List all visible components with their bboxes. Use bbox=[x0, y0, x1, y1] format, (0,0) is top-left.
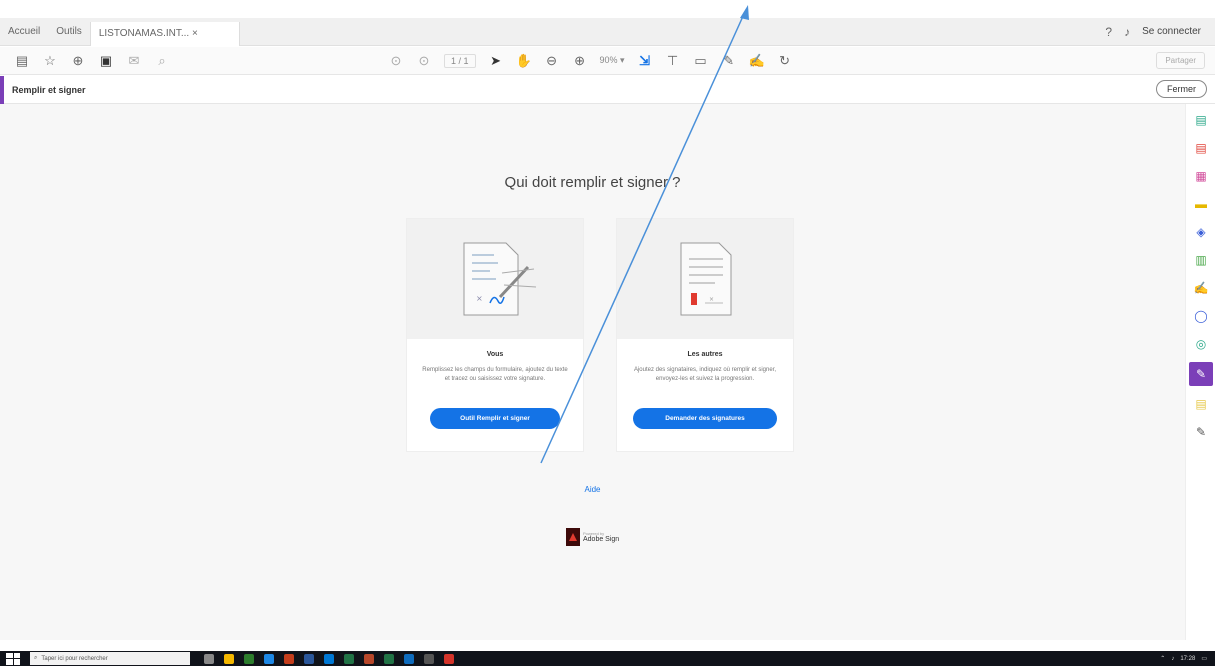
acrobat-icon[interactable] bbox=[444, 653, 454, 664]
combine-files-icon[interactable]: ◈ bbox=[1193, 224, 1209, 240]
upload-cloud-icon[interactable]: ⊕ bbox=[70, 53, 86, 69]
teams-icon[interactable] bbox=[404, 653, 414, 664]
windows-start-icon[interactable] bbox=[6, 652, 20, 665]
select-cursor-icon[interactable]: ➤ bbox=[488, 53, 504, 69]
app-icon-grey[interactable] bbox=[424, 653, 434, 664]
search-icon[interactable]: ⌕ bbox=[154, 53, 170, 69]
tool-title: Remplir et signer bbox=[12, 84, 86, 95]
tab-document[interactable]: LISTONAMAS.INT... × bbox=[89, 21, 240, 46]
brand-text: Powered by Adobe Sign bbox=[583, 531, 619, 543]
send-for-review-icon[interactable]: ▤ bbox=[1193, 396, 1209, 412]
tab-home[interactable]: Accueil bbox=[0, 18, 48, 46]
request-signatures-button[interactable]: Demander des signatures bbox=[633, 408, 777, 429]
card-you-description: Remplissez les champs du formulaire, ajo… bbox=[422, 367, 568, 382]
protect-icon[interactable]: ◯ bbox=[1193, 308, 1209, 324]
comment-tool-icon[interactable]: ▬ bbox=[1193, 196, 1209, 212]
notification-icon[interactable]: ▭ bbox=[1201, 655, 1207, 662]
windows-taskbar: ⌕ Taper ici pour rechercher ⌃ ♪ 17:28 ▭ bbox=[0, 651, 1215, 666]
powerpoint-icon[interactable] bbox=[364, 653, 374, 664]
page-indicator[interactable]: 1 / 1 bbox=[444, 53, 476, 68]
redact-icon[interactable]: ✍ bbox=[1193, 280, 1209, 296]
taskbar-apps bbox=[204, 653, 454, 664]
edge-icon[interactable] bbox=[264, 653, 274, 664]
request-signature-illustration: × bbox=[617, 219, 793, 339]
fill-sign-tool-button[interactable]: Outil Remplir et signer bbox=[430, 408, 560, 429]
self-sign-illustration: × bbox=[407, 219, 583, 339]
brand-name: Adobe Sign bbox=[583, 536, 620, 543]
taskbar-search-placeholder: Taper ici pour rechercher bbox=[41, 655, 108, 662]
account-area: ? ♪ Se connecter bbox=[1105, 25, 1215, 39]
card-you-title: Vous bbox=[486, 351, 504, 358]
export-pdf-icon[interactable]: ▤ bbox=[1193, 112, 1209, 128]
main-panel: Qui doit remplir et signer ? × Vous Remp… bbox=[0, 104, 1185, 640]
file-explorer-icon[interactable] bbox=[224, 653, 234, 664]
outlook-icon[interactable] bbox=[324, 653, 334, 664]
svg-text:×: × bbox=[476, 294, 483, 303]
adobe-logo-icon bbox=[566, 528, 580, 546]
highlight-icon[interactable]: ✍ bbox=[749, 53, 765, 69]
mail-icon[interactable]: ✉ bbox=[126, 53, 142, 69]
help-icon[interactable]: ? bbox=[1105, 25, 1112, 39]
page-down-icon[interactable]: ⊙ bbox=[416, 53, 432, 69]
star-icon[interactable]: ☆ bbox=[42, 53, 58, 69]
page-tools: ⊙ ⊙ 1 / 1 ➤ ✋ ⊖ ⊕ 90% ▾ ⇲ ⊤ ▭ ✎ ✍ ↻ bbox=[374, 53, 807, 69]
card-others-title: Les autres bbox=[687, 351, 723, 358]
document-signers-icon: × bbox=[680, 242, 732, 316]
word-icon[interactable] bbox=[304, 653, 314, 664]
close-button[interactable]: Fermer bbox=[1156, 80, 1207, 98]
page-up-icon[interactable]: ⊙ bbox=[388, 53, 404, 69]
excel-icon[interactable] bbox=[344, 653, 354, 664]
rotate-icon[interactable]: ↻ bbox=[777, 53, 793, 69]
taskbar-search[interactable]: ⌕ Taper ici pour rechercher bbox=[30, 652, 190, 665]
clock[interactable]: 17:28 bbox=[1180, 656, 1195, 662]
zoom-select[interactable]: 90% ▾ bbox=[600, 55, 625, 66]
tab-bar: Accueil Outils LISTONAMAS.INT... × ? ♪ S… bbox=[0, 18, 1215, 46]
card-others-description: Ajoutez des signataires, indiquez où rem… bbox=[633, 367, 777, 382]
tools-rail: ▤ ▤ ▦ ▬ ◈ ▥ ✍ ◯ ◎ ✎ ▤ ✎ bbox=[1185, 104, 1215, 640]
tool-header: Remplir et signer Fermer bbox=[0, 75, 1215, 104]
chrome-icon[interactable] bbox=[244, 653, 254, 664]
zoom-in-icon[interactable]: ⊕ bbox=[572, 53, 588, 69]
zoom-out-icon[interactable]: ⊖ bbox=[544, 53, 560, 69]
card-others: × Les autres Ajoutez des signataires, in… bbox=[616, 218, 794, 452]
network-icon[interactable]: ⌃ bbox=[1160, 655, 1165, 662]
more-tools-icon[interactable]: ✎ bbox=[1193, 424, 1209, 440]
page-heading: Qui doit remplir et signer ? bbox=[504, 174, 681, 191]
card-you: × Vous Remplissez les champs du formulai… bbox=[406, 218, 584, 452]
pen-icon[interactable]: ✎ bbox=[721, 53, 737, 69]
volume-icon[interactable]: ♪ bbox=[1171, 656, 1174, 662]
fit-page-icon[interactable]: ⇲ bbox=[637, 53, 653, 69]
comment-icon[interactable]: ▭ bbox=[693, 53, 709, 69]
app-icon-green[interactable] bbox=[384, 653, 394, 664]
tab-tools[interactable]: Outils bbox=[48, 18, 90, 46]
save-icon[interactable]: ▤ bbox=[14, 53, 30, 69]
share-button[interactable]: Partager bbox=[1156, 52, 1205, 69]
hand-icon[interactable]: ✋ bbox=[516, 53, 532, 69]
taskbar-search-icon: ⌕ bbox=[34, 655, 38, 661]
system-tray: ⌃ ♪ 17:28 ▭ bbox=[1160, 655, 1207, 663]
task-view-icon[interactable] bbox=[204, 653, 214, 664]
svg-text:×: × bbox=[709, 296, 714, 303]
fill-sign-tool-icon[interactable]: ✎ bbox=[1189, 362, 1213, 386]
file-tools: ▤ ☆ ⊕ ▣ ✉ ⌕ bbox=[0, 53, 184, 69]
edit-pdf-icon[interactable]: ▦ bbox=[1193, 168, 1209, 184]
create-pdf-icon[interactable]: ▤ bbox=[1193, 140, 1209, 156]
main-toolbar: ▤ ☆ ⊕ ▣ ✉ ⌕ ⊙ ⊙ 1 / 1 ➤ ✋ ⊖ ⊕ 90% ▾ ⇲ ⊤ … bbox=[0, 47, 1215, 75]
acrobat-window: Accueil Outils LISTONAMAS.INT... × ? ♪ S… bbox=[0, 0, 1215, 666]
print-icon[interactable]: ▣ bbox=[98, 53, 114, 69]
help-link[interactable]: Aide bbox=[0, 485, 1185, 494]
optimize-icon[interactable]: ◎ bbox=[1193, 336, 1209, 352]
organize-pages-icon[interactable]: ▥ bbox=[1193, 252, 1209, 268]
document-pen-icon: × bbox=[463, 242, 537, 316]
adobe-sign-badge: Powered by Adobe Sign bbox=[566, 528, 619, 546]
sign-in-link[interactable]: Se connecter bbox=[1142, 26, 1201, 37]
scroll-mode-icon[interactable]: ⊤ bbox=[665, 53, 681, 69]
bell-icon[interactable]: ♪ bbox=[1124, 25, 1130, 39]
office-icon[interactable] bbox=[284, 653, 294, 664]
